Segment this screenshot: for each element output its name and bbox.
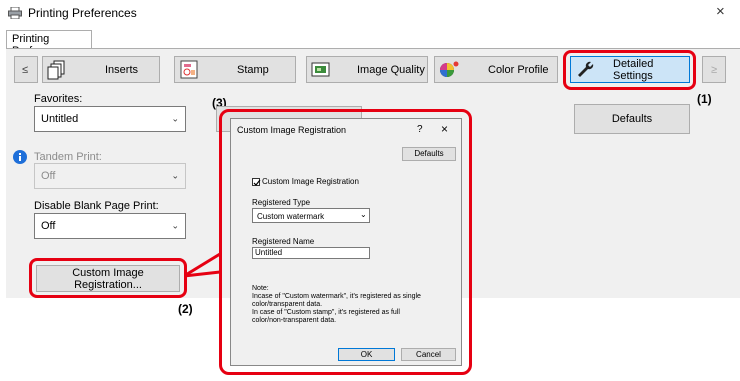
inserts-button[interactable]: Inserts bbox=[42, 56, 160, 83]
callout-1: (1) bbox=[697, 92, 712, 106]
registered-name-input[interactable]: Untitled bbox=[252, 247, 370, 259]
chevron-down-icon: ⌄ bbox=[171, 170, 179, 181]
disable-blank-label: Disable Blank Page Print: bbox=[34, 200, 159, 212]
window-title-bar: Printing Preferences × bbox=[0, 0, 740, 26]
registered-type-label: Registered Type bbox=[252, 198, 311, 207]
favorites-value: Untitled bbox=[41, 113, 79, 125]
chevron-down-icon: ⌄ bbox=[171, 220, 179, 231]
custom-image-checkbox-label: Custom Image Registration bbox=[262, 177, 359, 186]
favorites-label: Favorites: bbox=[34, 93, 83, 105]
toolbar-prev-button[interactable]: ≤ bbox=[14, 56, 38, 83]
dialog-body: Defaults Custom Image Registration Regis… bbox=[235, 137, 458, 363]
dialog-help-button[interactable]: ? bbox=[417, 124, 423, 135]
window-close-button[interactable]: × bbox=[716, 3, 725, 20]
window-title: Printing Preferences bbox=[28, 6, 137, 20]
dialog-title: Custom Image Registration bbox=[237, 125, 347, 135]
callout-connector bbox=[184, 252, 221, 278]
stamp-button[interactable]: Stamp bbox=[174, 56, 296, 83]
stamp-label: Stamp bbox=[237, 63, 269, 76]
disable-blank-select[interactable]: Off ⌄ bbox=[34, 213, 186, 239]
defaults-button[interactable]: Defaults bbox=[574, 104, 690, 134]
custom-image-registration-dialog: Custom Image Registration ? × Defaults C… bbox=[230, 118, 462, 366]
chevron-down-icon: ⌄ bbox=[171, 113, 179, 124]
color-profile-icon bbox=[439, 60, 459, 80]
image-quality-button[interactable]: Image Quality bbox=[306, 56, 428, 83]
dialog-note: Note: Incase of "Custom watermark", it's… bbox=[252, 285, 421, 324]
callout-ring-detailed-settings bbox=[563, 50, 696, 90]
info-icon bbox=[13, 150, 27, 164]
dialog-close-button[interactable]: × bbox=[441, 122, 448, 136]
registered-name-label: Registered Name bbox=[252, 237, 315, 246]
dialog-defaults-button[interactable]: Defaults bbox=[402, 147, 456, 161]
printer-icon bbox=[8, 7, 22, 19]
disable-blank-value: Off bbox=[41, 220, 56, 232]
image-quality-label: Image Quality bbox=[357, 63, 425, 76]
registered-name-value: Untitled bbox=[255, 248, 283, 257]
next-glyph: ≥ bbox=[711, 63, 718, 76]
ok-button[interactable]: OK bbox=[338, 348, 395, 361]
tab-printing-preferences[interactable]: Printing Preferences bbox=[6, 30, 92, 57]
favorites-select[interactable]: Untitled ⌄ bbox=[34, 106, 186, 132]
tandem-print-select[interactable]: Off ⌄ bbox=[34, 163, 186, 189]
inserts-icon bbox=[47, 60, 67, 80]
tandem-print-value: Off bbox=[41, 170, 56, 182]
cancel-button[interactable]: Cancel bbox=[401, 348, 456, 361]
toolbar-next-button[interactable]: ≥ bbox=[702, 56, 726, 83]
chevron-down-icon: ⌄ bbox=[360, 210, 367, 219]
stamp-icon bbox=[179, 60, 199, 80]
prev-glyph: ≤ bbox=[22, 63, 29, 76]
callout-ring-custom-image bbox=[29, 258, 187, 298]
tandem-print-label: Tandem Print: bbox=[34, 151, 102, 163]
image-quality-icon bbox=[311, 60, 331, 80]
color-profile-button[interactable]: Color Profile bbox=[434, 56, 558, 83]
custom-image-checkbox[interactable] bbox=[252, 178, 261, 186]
color-profile-label: Color Profile bbox=[488, 63, 549, 76]
registered-type-select[interactable]: Custom watermark ⌄ bbox=[252, 208, 370, 223]
callout-2: (2) bbox=[178, 302, 193, 316]
registered-type-value: Custom watermark bbox=[257, 212, 325, 221]
inserts-label: Inserts bbox=[105, 63, 139, 76]
defaults-label: Defaults bbox=[611, 113, 653, 125]
